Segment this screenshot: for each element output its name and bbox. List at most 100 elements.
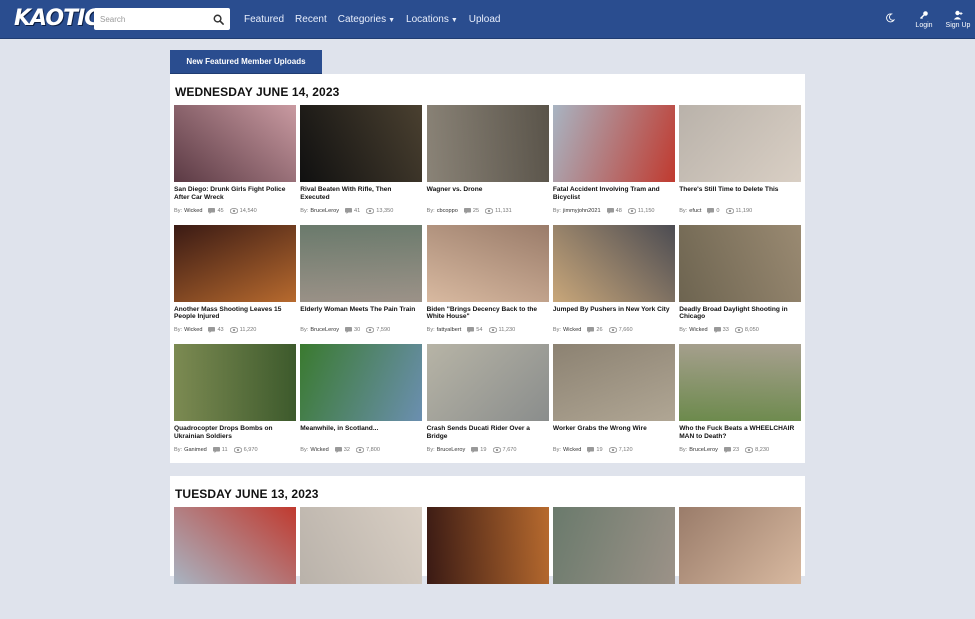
video-title-link[interactable]: Worker Grabs the Wrong Wire [553, 425, 675, 433]
login-button[interactable]: Login [907, 0, 941, 38]
author-link[interactable]: jimmyjohn2021 [563, 208, 601, 214]
comment-icon [345, 327, 352, 334]
video-card[interactable]: San Diego: Drunk Girls Fight Police Afte… [174, 105, 296, 217]
video-thumbnail[interactable] [300, 344, 423, 422]
video-card[interactable]: Who the Fuck Beats a WHEELCHAIR MAN to D… [679, 344, 802, 456]
featured-uploads-tab[interactable]: New Featured Member Uploads [170, 50, 322, 75]
user-plus-icon [953, 10, 963, 19]
day-heading: TUESDAY JUNE 13, 2023 [175, 487, 319, 501]
video-card[interactable] [174, 507, 296, 619]
comment-icon [713, 327, 721, 334]
video-thumbnail[interactable] [679, 507, 802, 584]
signup-button[interactable]: Sign Up [941, 0, 975, 38]
video-title-link[interactable]: Jumped By Pushers in New York City [553, 306, 675, 314]
comment-icon [345, 207, 352, 214]
video-thumbnail[interactable] [174, 105, 296, 182]
day-section: TUESDAY JUNE 13, 2023 [170, 476, 805, 584]
video-thumbnail[interactable] [679, 344, 802, 422]
author-link[interactable]: cbcoppo [437, 208, 458, 214]
video-title-link[interactable]: Biden "Brings Decency Back to the White … [427, 306, 549, 321]
view-count: 11,220 [239, 327, 257, 334]
author-link[interactable]: BruceLeroy [437, 447, 466, 453]
author-link[interactable]: fattyalbert [437, 327, 462, 333]
video-thumbnail[interactable] [426, 224, 549, 302]
video-title-link[interactable]: There's Still Time to Delete This [679, 186, 801, 194]
video-thumbnail[interactable] [552, 105, 675, 182]
video-title-link[interactable]: Crash Sends Ducati Rider Over a Bridge [427, 425, 549, 440]
video-card[interactable]: Crash Sends Ducati Rider Over a Bridge By… [426, 344, 549, 456]
video-thumbnail[interactable] [300, 105, 423, 182]
video-card[interactable]: Another Mass Shooting Leaves 15 People I… [174, 224, 296, 337]
video-meta: By: BruceLeroy 19 7,670 [427, 445, 549, 454]
video-thumbnail[interactable] [426, 507, 549, 584]
nav-dropdown-categories[interactable]: Categories ▼ [338, 14, 395, 25]
author-link[interactable]: Wicked [184, 327, 202, 333]
comment-count: 48 [615, 207, 622, 214]
author-link[interactable]: BruceLeroy [310, 327, 339, 333]
nav-dropdown-locations[interactable]: Locations ▼ [406, 14, 458, 25]
video-thumbnail[interactable] [679, 224, 802, 302]
video-card[interactable] [679, 507, 802, 619]
site-logo[interactable]: KAOTIC [14, 5, 100, 33]
moon-icon [886, 13, 895, 23]
video-title-link[interactable]: Meanwhile, in Scotland... [300, 425, 422, 433]
comment-count: 54 [476, 327, 483, 334]
author-link[interactable]: efuct [689, 208, 701, 214]
video-title-link[interactable]: Elderly Woman Meets The Pain Train [300, 306, 422, 314]
video-card[interactable] [426, 507, 549, 619]
author-link[interactable]: BruceLeroy [310, 208, 339, 214]
video-title-link[interactable]: Who the Fuck Beats a WHEELCHAIR MAN to D… [679, 425, 801, 440]
video-card[interactable]: Quadrocopter Drops Bombs on Ukrainian So… [174, 344, 296, 456]
video-meta: By: fattyalbert 54 11,230 [427, 326, 549, 335]
author-link[interactable]: Ganimed [184, 447, 207, 453]
video-card[interactable]: Meanwhile, in Scotland... By: Wicked 32 7,80… [300, 344, 423, 456]
author-link[interactable]: Wicked [689, 327, 707, 333]
nav-link-upload[interactable]: Upload [469, 14, 501, 25]
video-thumbnail[interactable] [552, 344, 675, 422]
search-icon[interactable] [210, 11, 226, 27]
dark-mode-toggle[interactable] [873, 0, 907, 38]
search-input[interactable] [94, 8, 210, 30]
video-thumbnail[interactable] [174, 224, 296, 302]
video-card[interactable]: Jumped By Pushers in New York City By: Wic… [552, 224, 675, 337]
video-card[interactable]: Biden "Brings Decency Back to the White … [426, 224, 549, 337]
video-thumbnail[interactable] [552, 224, 675, 302]
author-link[interactable]: Wicked [310, 447, 328, 453]
video-thumbnail[interactable] [552, 507, 675, 584]
author-link[interactable]: Wicked [563, 327, 581, 333]
comment-count: 26 [596, 327, 603, 334]
video-title-link[interactable]: Another Mass Shooting Leaves 15 People I… [174, 306, 296, 321]
video-card[interactable]: Deadly Broad Daylight Shooting in Chicag… [679, 224, 802, 337]
video-thumbnail[interactable] [174, 507, 296, 584]
video-title-link[interactable]: Fatal Accident Involving Tram and Bicycl… [553, 186, 675, 201]
video-title-link[interactable]: Deadly Broad Daylight Shooting in Chicag… [679, 306, 801, 321]
video-title-link[interactable]: Rival Beaten With Rifle, Then Executed [300, 186, 422, 201]
video-card[interactable]: Fatal Accident Involving Tram and Bicycl… [552, 105, 675, 217]
video-title-link[interactable]: Quadrocopter Drops Bombs on Ukrainian So… [174, 425, 296, 440]
author-link[interactable]: BruceLeroy [689, 447, 718, 453]
video-card[interactable]: Elderly Woman Meets The Pain Train By: Bru… [300, 224, 423, 337]
video-card[interactable] [300, 507, 423, 619]
video-thumbnail[interactable] [426, 344, 549, 422]
video-thumbnail[interactable] [300, 507, 423, 584]
video-meta: By: Wicked 19 7,120 [553, 445, 675, 454]
nav-link-featured[interactable]: Featured [244, 14, 284, 25]
video-meta: By: efuct 0 11,190 [679, 206, 801, 215]
video-card[interactable] [552, 507, 675, 619]
by-label: By: [679, 207, 688, 214]
view-count: 11,190 [735, 207, 753, 214]
video-title-link[interactable]: Wagner vs. Drone [427, 186, 549, 194]
video-card[interactable]: Rival Beaten With Rifle, Then Executed By… [300, 105, 423, 217]
video-card[interactable]: Worker Grabs the Wrong Wire By: Wicked 19 7,… [552, 344, 675, 456]
video-card[interactable]: Wagner vs. Drone By: cbcoppo 25 11,131 [426, 105, 549, 217]
video-thumbnail[interactable] [300, 224, 423, 302]
video-card[interactable]: There's Still Time to Delete This By: efuc… [679, 105, 802, 217]
video-thumbnail[interactable] [426, 105, 549, 182]
view-count: 14,540 [239, 207, 257, 214]
video-thumbnail[interactable] [679, 105, 802, 182]
author-link[interactable]: Wicked [563, 447, 581, 453]
video-title-link[interactable]: San Diego: Drunk Girls Fight Police Afte… [174, 186, 296, 201]
video-thumbnail[interactable] [174, 344, 296, 422]
author-link[interactable]: Wicked [184, 208, 202, 214]
nav-link-recent[interactable]: Recent [295, 14, 327, 25]
